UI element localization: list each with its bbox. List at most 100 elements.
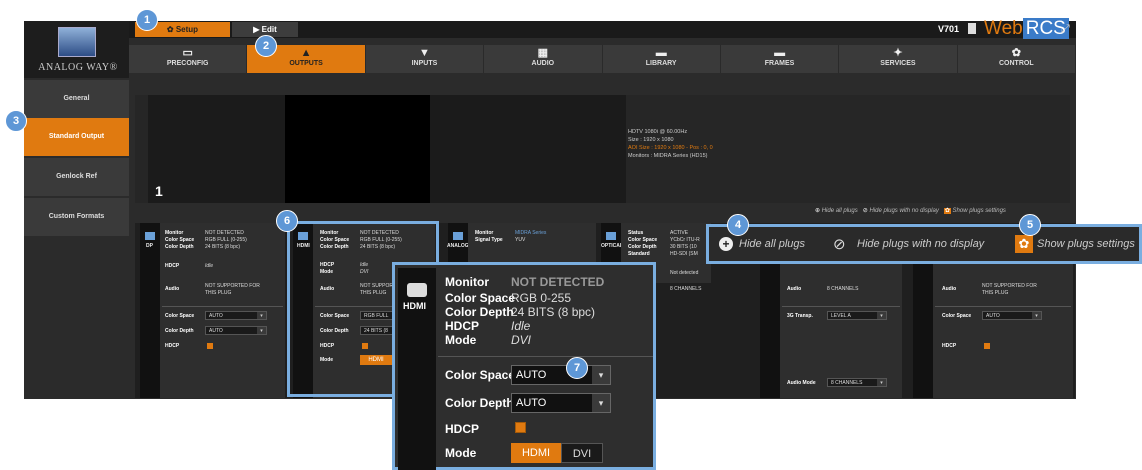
chevron-down-icon: ▾ (1032, 312, 1041, 319)
info-aoi: AOI Size : 1920 x 1080 - Pos : 0, 0 (628, 145, 713, 151)
zoom-sel-cspace-key: Color Space (445, 368, 516, 382)
dp-color-space-value: AUTO (209, 313, 223, 319)
fullscreen-icon[interactable]: ⤢ (1061, 23, 1070, 36)
hide-all-plugs-small[interactable]: Hide all plugs (822, 208, 858, 214)
zoom-cspace-key: Color Space (445, 291, 516, 305)
zoom-hdcp-checkbox[interactable] (515, 422, 526, 433)
zoom-hdcp-key: HDCP (445, 319, 480, 333)
sidebar-item-genlock-ref[interactable]: Genlock Ref (24, 158, 129, 196)
dp-color-depth-value: AUTO (209, 328, 223, 334)
sdi-audio-key: Audio (787, 286, 802, 292)
zoom-color-space-select[interactable]: AUTO ▾ (511, 365, 611, 385)
zoom-cdepth-value: 24 BITS (8 bpc) (511, 305, 596, 319)
sdi-3g-transport-select[interactable]: LEVEL A ▾ (827, 311, 887, 320)
optical-not-detected: Not detected (670, 270, 699, 276)
sidebar: General Standard Output Genlock Ref Cust… (24, 80, 129, 398)
optical-status-value: ACTIVE (670, 230, 689, 236)
dp-hdcp-key: HDCP (165, 263, 180, 269)
chevron-down-icon: ▾ (592, 394, 610, 412)
nav-audio[interactable]: ▦ AUDIO (484, 45, 603, 73)
settings-orange-icon[interactable]: ✿ (1015, 235, 1033, 253)
callout-1: 1 (136, 9, 158, 31)
nav-control[interactable]: ✿ CONTROL (958, 45, 1076, 73)
nav-label: SERVICES (880, 60, 916, 67)
sdi-plug-side (760, 264, 780, 398)
info-format: HDTV 1080i @ 60.00Hz (628, 129, 688, 135)
dp-audio-key: Audio (165, 286, 180, 292)
last-cspace-key: Color Space (942, 313, 972, 319)
plug-toggles-zoom: + Hide all plugs ⊘ Hide plugs with no di… (706, 224, 1142, 264)
nav-inputs[interactable]: ▼ INPUTS (366, 45, 485, 73)
nav-label: OUTPUTS (289, 60, 323, 67)
last-color-space-select[interactable]: AUTO ▾ (982, 311, 1042, 320)
zoom-cdepth-key: Color Depth (445, 305, 514, 319)
zoom-mode-hdmi-button[interactable]: HDMI (511, 443, 561, 463)
dp-port-icon (145, 232, 155, 240)
hide-all-plugs-icon[interactable]: ⊕ (815, 208, 820, 214)
web-text: Web (984, 18, 1023, 39)
nav-label: FRAMES (764, 60, 795, 67)
nav-label: LIBRARY (645, 60, 677, 67)
settings-orange-icon[interactable]: ✿ (943, 208, 951, 214)
webrcs-logo: Web RCS (984, 18, 1069, 40)
zoom-sel-mode-key: Mode (445, 446, 477, 460)
last-hdcp-checkbox[interactable] (984, 343, 990, 349)
nav-frames[interactable]: ▬ FRAMES (721, 45, 840, 73)
control-icon: ✿ (1011, 47, 1021, 59)
analog-plug-panel (468, 223, 596, 263)
sidebar-item-standard-output[interactable]: Standard Output (24, 118, 129, 156)
zoom-plug-side (398, 268, 436, 470)
hide-all-plugs-zoom[interactable]: Hide all plugs (739, 238, 805, 250)
eye-off-icon[interactable]: ⊘ (833, 235, 846, 253)
dp-sel-hdcp-key: HDCP (165, 343, 180, 349)
show-settings-small[interactable]: Show plugs settings (953, 208, 1006, 214)
optical-standard-value: HD-SDI (SM (670, 251, 698, 257)
optical-standard-key: Standard (628, 251, 650, 257)
zoom-divider (438, 356, 653, 357)
dp-color-space-select[interactable]: AUTO ▾ (205, 311, 267, 320)
last-plug-side (913, 264, 933, 398)
zoom-color-depth-select[interactable]: AUTO ▾ (511, 393, 611, 413)
dp-cdepth-value: 24 BITS (8 bpc) (205, 244, 241, 250)
sdi-audio-mode-select[interactable]: 8 CHANNELS ▾ (827, 378, 887, 387)
version-label: V701 (938, 24, 960, 34)
optical-channels: 8 CHANNELS (670, 286, 702, 292)
nav-services[interactable]: ✦ SERVICES (839, 45, 958, 73)
plus-circle-icon[interactable]: + (719, 237, 733, 251)
inputs-icon: ▼ (418, 47, 430, 59)
sidebar-item-general[interactable]: General (24, 80, 129, 118)
analog-monitor-key: Monitor (475, 230, 494, 236)
dp-divider (162, 306, 283, 307)
dp-hdcp-checkbox[interactable] (207, 343, 213, 349)
zoom-mode-dvi-button[interactable]: DVI (561, 443, 603, 463)
dp-cspace-key: Color Space (165, 237, 195, 243)
sidebar-item-custom-formats[interactable]: Custom Formats (24, 198, 129, 236)
dp-color-depth-select[interactable]: AUTO ▾ (205, 326, 267, 335)
dp-audio-value-2: THIS PLUG (205, 290, 232, 296)
hide-no-display-small[interactable]: Hide plugs with no display (869, 208, 938, 214)
optical-cdepth-key: Color Depth (628, 244, 657, 250)
output-info: HDTV 1080i @ 60.00Hz Size : 1920 x 1080 … (628, 128, 713, 160)
show-settings-zoom[interactable]: Show plugs settings (1037, 238, 1135, 250)
eye-off-icon[interactable]: ⊘ (863, 208, 868, 214)
document-icon[interactable] (968, 23, 976, 34)
chevron-down-icon: ▾ (877, 312, 886, 319)
dp-audio-value-1: NOT SUPPORTED FOR (205, 283, 260, 289)
hdmi-port-icon (407, 283, 427, 297)
zoom-hdcp-value: Idle (511, 319, 531, 333)
sdi-amode-value: 8 CHANNELS (831, 380, 863, 386)
zoom-sel-cspace-value: AUTO (516, 369, 547, 381)
last-audio-value-1: NOT SUPPORTED FOR (982, 283, 1037, 289)
zoom-cspace-value: RGB 0-255 (511, 291, 572, 305)
dp-plug-side (140, 223, 160, 398)
zoom-mode-value: DVI (511, 333, 532, 347)
hide-no-display-zoom[interactable]: Hide plugs with no display (857, 238, 984, 250)
nav-preconfig[interactable]: ▭ PRECONFIG (129, 45, 248, 73)
zoom-sel-cdepth-value: AUTO (516, 397, 547, 409)
analog-signal-key: Signal Type (475, 237, 503, 243)
dp-hdcp-value: Idle (205, 263, 214, 269)
nav-library[interactable]: ▬ LIBRARY (603, 45, 721, 73)
optical-port-icon (606, 232, 616, 240)
info-size: Size : 1920 x 1080 (628, 137, 674, 143)
analog-signal-value: YUV (515, 237, 526, 243)
